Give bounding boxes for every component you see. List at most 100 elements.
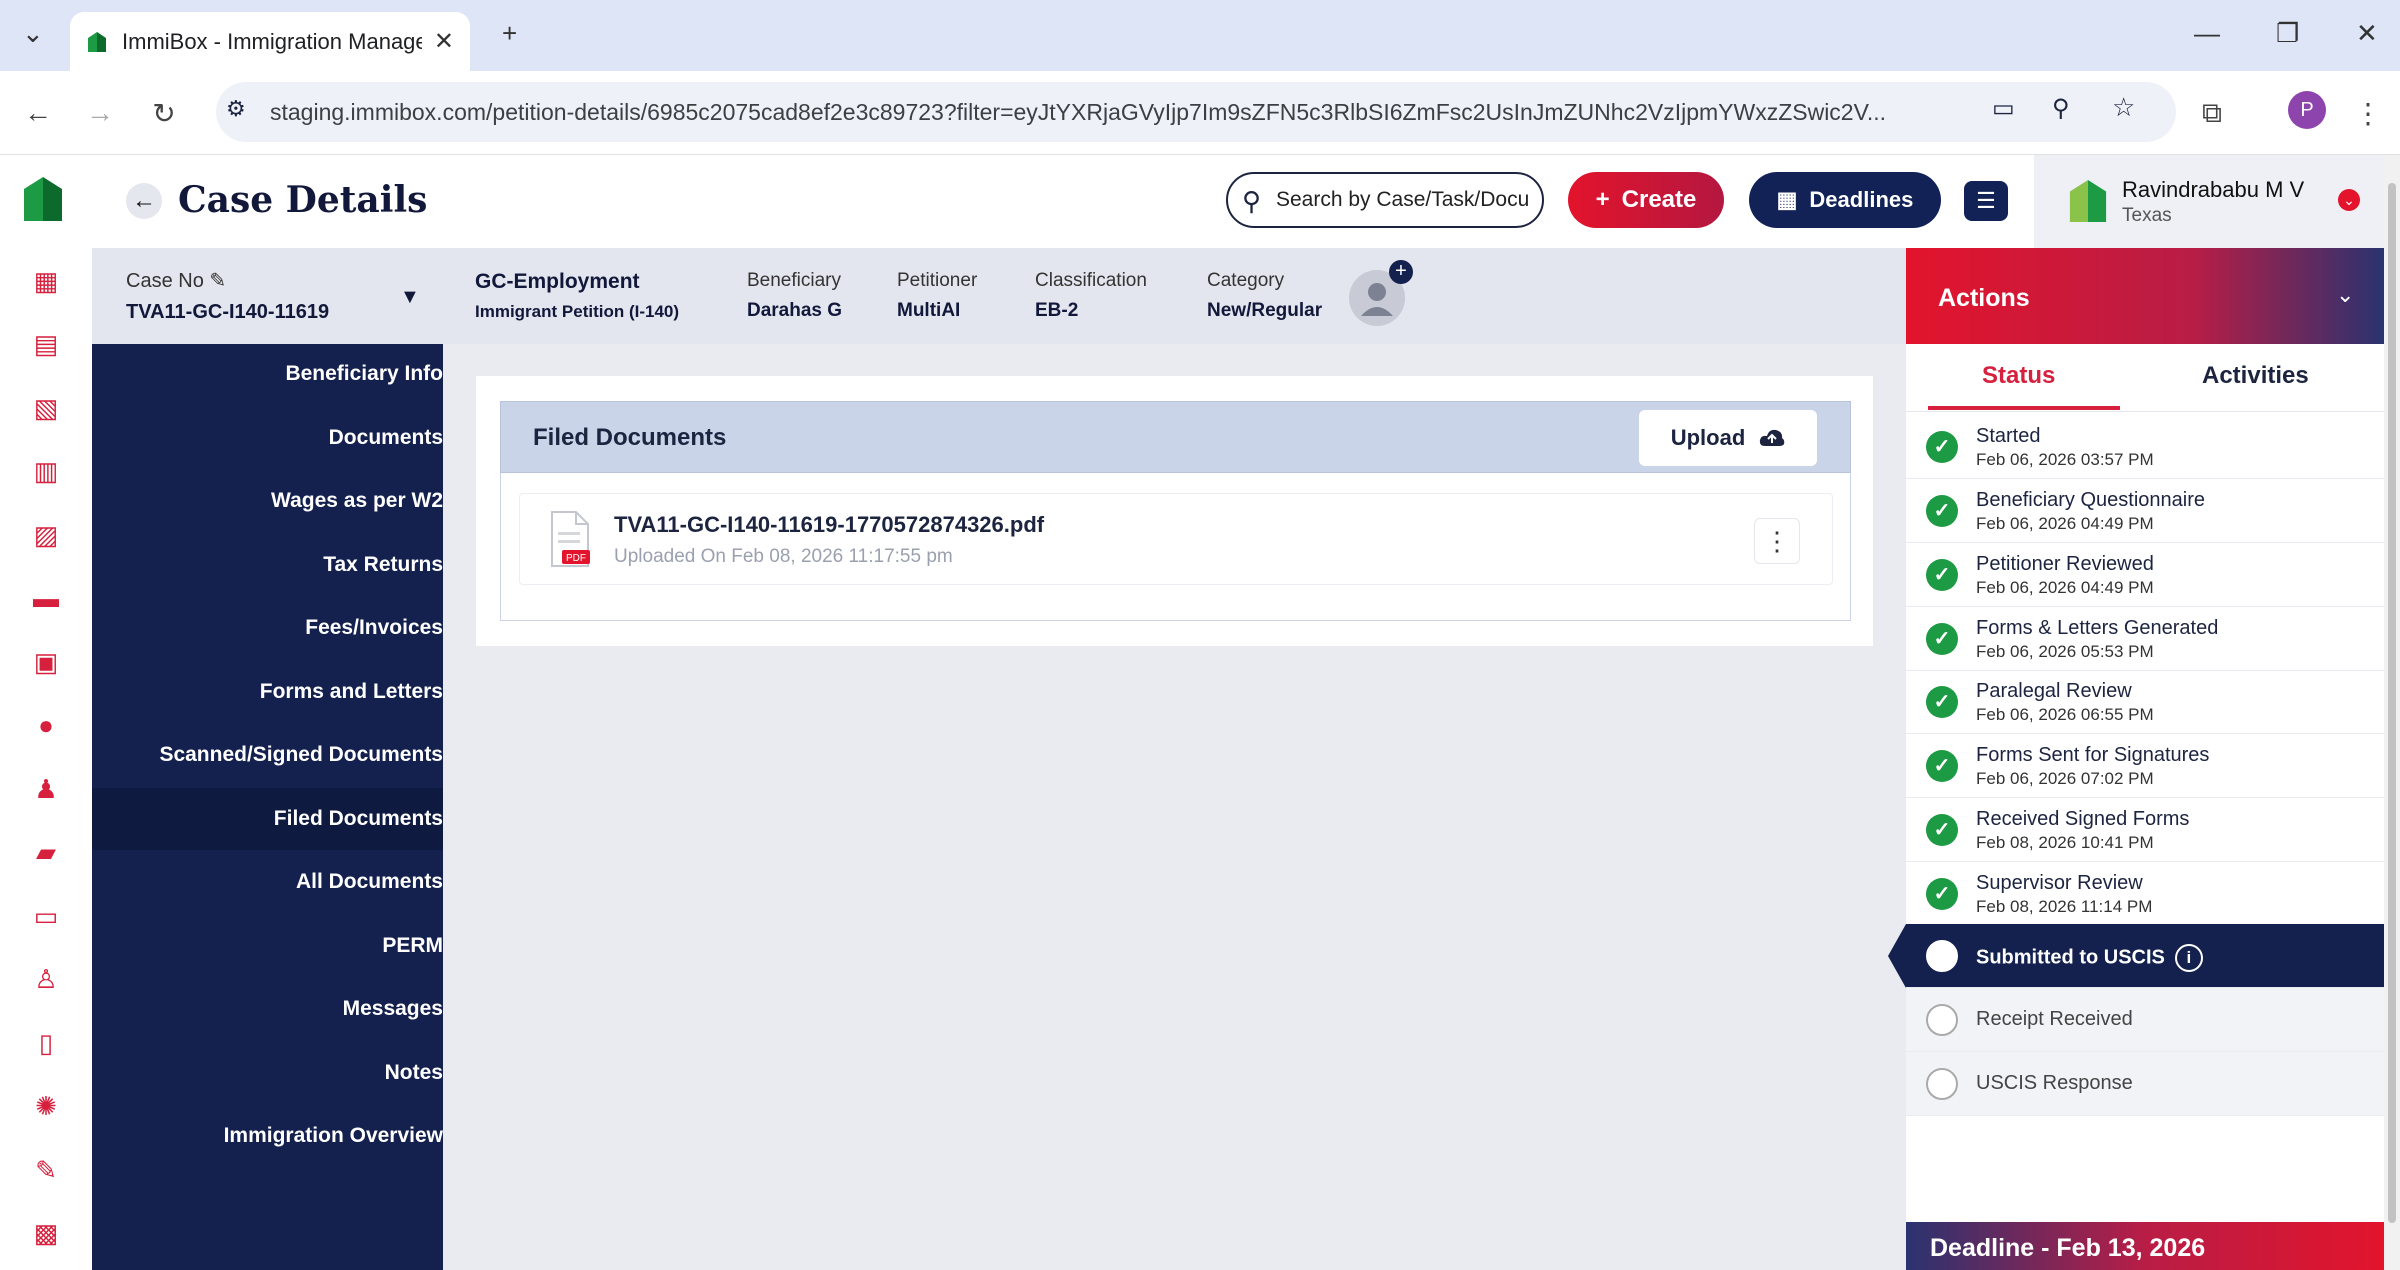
check-circle-icon: ✓ [1926,623,1958,655]
scrollbar-thumb[interactable] [2388,183,2396,1223]
extensions-icon[interactable]: ⧉ [2196,97,2228,130]
nav-immigration-overview[interactable]: Immigration Overview [224,1124,443,1148]
step-date: Feb 08, 2026 10:41 PM [1976,833,2154,852]
more-options-icon[interactable]: ⋮ [1754,518,1800,564]
info-icon[interactable]: i [2174,944,2203,972]
classification-info: Classification EB-2 [1035,270,1147,321]
status-step-pending[interactable]: Receipt Received [1906,988,2384,1052]
forward-icon[interactable]: → [84,97,116,129]
calendar-settings-icon[interactable]: ▩ [29,1216,63,1250]
address-bar[interactable]: ⚙ staging.immibox.com/petition-details/6… [216,82,2176,142]
tasks-icon[interactable]: ▣ [29,645,63,679]
back-button[interactable]: ← [126,183,162,219]
users-icon[interactable]: ♙ [29,962,63,996]
dashboard-icon[interactable]: ▦ [29,264,63,298]
reports-icon[interactable]: ▯ [29,1026,63,1060]
edit-document-icon[interactable]: ✎ [29,1153,63,1187]
restore-icon[interactable]: ❐ [2276,18,2299,49]
empty-circle-icon [1926,1004,1958,1036]
nav-notes[interactable]: Notes [385,1061,443,1085]
status-step[interactable]: ✓ Petitioner Reviewed Feb 06, 2026 04:49… [1906,543,2384,607]
step-name: Paralegal Review [1976,680,2132,702]
empty-circle-icon [1926,940,1958,972]
cases-icon[interactable]: ▤ [29,327,63,361]
nav-messages[interactable]: Messages [343,997,443,1021]
step-name: Submitted to USCIS i [1976,944,2203,972]
beneficiary-icon[interactable]: ♟ [29,772,63,806]
site-info-icon[interactable]: ⚙ [226,96,246,122]
folder-icon[interactable]: ▰ [29,835,63,869]
chevron-down-icon[interactable]: ⌄ [2336,282,2354,308]
status-step[interactable]: ✓ Beneficiary Questionnaire Feb 06, 2026… [1906,479,2384,543]
nav-tax-returns[interactable]: Tax Returns [323,553,443,577]
team-icon[interactable]: ✺ [29,1089,63,1123]
immibox-logo[interactable] [22,175,64,223]
tab-activities[interactable]: Activities [2202,362,2309,390]
step-name: Petitioner Reviewed [1976,553,2154,575]
status-step[interactable]: ✓ Started Feb 06, 2026 03:57 PM [1906,415,2384,479]
notes-icon[interactable]: ▭ [29,899,63,933]
minimize-icon[interactable]: — [2194,18,2220,49]
upload-button[interactable]: Upload [1639,410,1817,466]
url-text[interactable]: staging.immibox.com/petition-details/698… [270,99,2040,126]
step-date: Feb 06, 2026 03:57 PM [1976,450,2154,469]
forms-icon[interactable]: ▥ [29,454,63,488]
status-step[interactable]: ✓ Forms & Letters Generated Feb 06, 2026… [1906,607,2384,671]
nav-perm[interactable]: PERM [382,934,443,958]
search-icon: ⚲ [1242,186,1262,216]
tab-close-icon[interactable]: ✕ [434,27,454,56]
nav-all-documents[interactable]: All Documents [296,870,443,894]
step-name: Received Signed Forms [1976,808,2190,830]
nav-scanned-signed[interactable]: Scanned/Signed Documents [159,743,443,767]
document-row[interactable]: PDF TVA11-GC-I140-11619-1770572874326.pd… [519,493,1833,585]
check-circle-icon: ✓ [1926,750,1958,782]
caret-down-icon[interactable]: ▼ [400,286,420,309]
status-step[interactable]: ✓ Forms Sent for Signatures Feb 06, 2026… [1906,734,2384,798]
status-step-pending[interactable]: USCIS Response [1906,1052,2384,1116]
petitions-icon[interactable]: ▧ [29,391,63,425]
messages-icon[interactable]: ☰ [1964,181,2008,221]
reload-icon[interactable]: ↻ [148,97,180,130]
pencil-icon[interactable]: ✎ [209,270,226,292]
reviews-icon[interactable]: ▨ [29,518,63,552]
cast-icon[interactable]: ▭ [1992,94,2015,123]
tab-status[interactable]: Status [1982,362,2055,390]
create-label: Create [1621,186,1697,213]
back-icon[interactable]: ← [22,97,54,129]
chevron-down-icon[interactable]: ⌄ [2338,189,2360,211]
search-input[interactable]: ⚲ Search by Case/Task/Docu [1226,172,1544,228]
status-step-current[interactable]: Submitted to USCIS i [1906,924,2384,988]
browser-menu-icon[interactable]: ⋮ [2352,97,2384,130]
nav-filed-documents[interactable]: Filed Documents [274,807,443,831]
browser-tab[interactable]: ImmiBox - Immigration Manage ✕ [70,12,470,71]
chat-icon[interactable]: ▬ [29,581,63,615]
browser-tab-strip: ⌄ ImmiBox - Immigration Manage ✕ + — ❐ ✕ [0,0,2400,71]
user-menu[interactable]: Ravindrababu M V Texas ⌄ [2034,155,2400,248]
add-assignee-icon[interactable]: + [1389,260,1413,284]
nav-forms-letters[interactable]: Forms and Letters [260,680,443,704]
actions-header[interactable]: Actions ⌄ [1906,248,2384,344]
check-circle-icon: ✓ [1926,495,1958,527]
profile-avatar[interactable]: P [2288,91,2326,129]
create-button[interactable]: + Create [1568,172,1724,228]
status-step[interactable]: ✓ Supervisor Review Feb 08, 2026 11:14 P… [1906,862,2384,926]
filed-documents-list: PDF TVA11-GC-I140-11619-1770572874326.pd… [500,473,1851,621]
nav-wages-w2[interactable]: Wages as per W2 [271,489,443,513]
deadlines-button[interactable]: ▦ Deadlines [1749,172,1941,228]
bookmark-star-icon[interactable]: ☆ [2112,92,2135,123]
case-selector[interactable]: Case No ✎ TVA11-GC-I140-11619 ▼ [92,248,443,344]
status-step[interactable]: ✓ Received Signed Forms Feb 08, 2026 10:… [1906,798,2384,862]
close-window-icon[interactable]: ✕ [2356,18,2378,49]
search-placeholder: Search by Case/Task/Docu [1276,188,1530,211]
new-tab-icon[interactable]: + [502,18,517,49]
page-scrollbar[interactable] [2384,155,2400,1270]
status-step[interactable]: ✓ Paralegal Review Feb 06, 2026 06:55 PM [1906,670,2384,734]
step-name: Beneficiary Questionnaire [1976,489,2206,511]
nav-fees-invoices[interactable]: Fees/Invoices [305,616,443,640]
zoom-icon[interactable]: ⚲ [2052,94,2070,123]
person-icon[interactable]: ● [29,708,63,742]
document-name[interactable]: TVA11-GC-I140-11619-1770572874326.pdf [614,512,1044,538]
tab-search-icon[interactable]: ⌄ [22,18,44,49]
nav-documents[interactable]: Documents [329,426,443,450]
nav-beneficiary-info[interactable]: Beneficiary Info [285,362,443,386]
